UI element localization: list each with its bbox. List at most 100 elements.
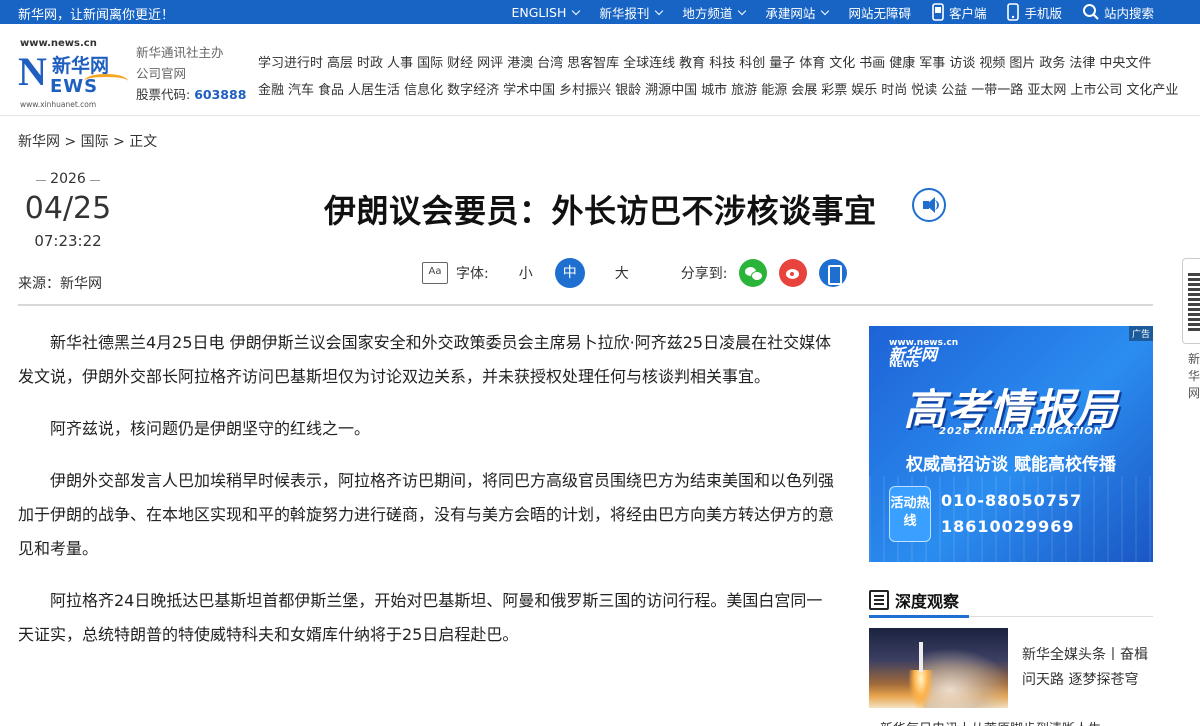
article-paragraph: 伊朗外交部发言人巴加埃稍早时候表示，阿拉格齐访巴期间，将同巴方高级官员围绕巴方为…: [18, 471, 835, 558]
nav-english[interactable]: ENGLISH: [511, 5, 581, 20]
wechat-share-icon[interactable]: [739, 259, 768, 287]
channel-link[interactable]: 港澳: [507, 56, 533, 71]
channel-link[interactable]: 财经: [447, 56, 473, 71]
channel-link[interactable]: 法律: [1069, 56, 1095, 71]
chevron-down-icon: [738, 6, 747, 15]
channel-link[interactable]: 访谈: [949, 56, 975, 71]
nav-mobile[interactable]: 手机版: [1006, 3, 1062, 22]
deep-divider-accent: [869, 615, 969, 618]
channel-link[interactable]: 学术中国: [503, 83, 555, 98]
channel-row-2: 金融 汽车 食品 人居生活 信息化 数字经济 学术中国 乡村振兴 银龄 溯源中国 城市 旅游 能源 会展彩…: [258, 77, 1178, 104]
nav-newspapers[interactable]: 新华报刊: [599, 3, 664, 22]
chevron-down-icon: [821, 6, 830, 15]
ad-hotline: 活动热线 010-88050757 18610029969: [889, 486, 1137, 542]
channel-link[interactable]: 台湾: [537, 56, 563, 71]
date-year: 2026: [36, 171, 100, 187]
channel-link[interactable]: 时政: [357, 56, 383, 71]
nav-search-label: 站内搜索: [1103, 5, 1154, 21]
rocket-launch-thumbnail[interactable]: [869, 628, 1008, 708]
nav-local-label: 地方频道: [682, 5, 733, 21]
font-size-icon: Aa: [422, 262, 448, 284]
channel-link[interactable]: 文化: [829, 56, 855, 71]
channel-link[interactable]: 城市: [701, 83, 727, 98]
channel-link[interactable]: 视频: [979, 56, 1005, 71]
channel-link[interactable]: 体育: [799, 56, 825, 71]
channel-link[interactable]: 溯源中国: [645, 83, 697, 98]
channel-link[interactable]: 文化产业: [1126, 83, 1178, 98]
nav-search[interactable]: 站内搜索: [1082, 3, 1154, 22]
channel-link[interactable]: 政务: [1039, 56, 1065, 71]
search-icon: [1082, 4, 1099, 20]
channel-link[interactable]: 人事: [387, 56, 413, 71]
channel-link[interactable]: 银龄: [615, 83, 641, 98]
channel-nav: 学习进行时 高层 时政 人事 国际 财经 网评 港澳 台湾 思客智库 全球连线 教育 科技 科创 量子 体育文…: [258, 50, 1178, 104]
channel-link[interactable]: 娱乐: [851, 83, 877, 98]
thumb-smoke: [923, 648, 1008, 708]
mobile-icon: [1007, 3, 1020, 21]
qr-code-float[interactable]: [1182, 258, 1200, 344]
channel-link[interactable]: 上市公司: [1070, 83, 1122, 98]
channel-link[interactable]: 高层: [327, 56, 353, 71]
channel-link[interactable]: 汽车: [288, 83, 314, 98]
speaker-icon[interactable]: [912, 188, 946, 222]
deep-heading-text: 深度观察: [895, 592, 960, 611]
top-nav: ENGLISH 新华报刊 地方频道 承建网站 网站无障碍 客户端 手机版 站内搜…: [511, 0, 1154, 24]
channel-link[interactable]: 悦读: [911, 83, 937, 98]
breadcrumb[interactable]: 新华网 > 国际 > 正文: [18, 131, 157, 151]
channel-link[interactable]: 网评: [477, 56, 503, 71]
channel-link[interactable]: 健康: [889, 56, 915, 71]
nav-local-channels[interactable]: 地方频道: [682, 3, 747, 22]
channel-link[interactable]: 军事: [919, 56, 945, 71]
date-time: 07:23:22: [34, 232, 102, 250]
font-medium-button[interactable]: 中: [554, 258, 585, 288]
font-large-button[interactable]: 大: [607, 263, 637, 283]
publish-date: 2026 04/25 07:23:22: [18, 168, 118, 250]
channel-link[interactable]: 科技: [709, 56, 735, 71]
channel-link[interactable]: 书画: [859, 56, 885, 71]
channel-link[interactable]: 乡村振兴: [559, 83, 611, 98]
channel-link[interactable]: 国际: [417, 56, 443, 71]
channel-link[interactable]: 会展: [791, 83, 817, 98]
nav-accessibility[interactable]: 网站无障碍: [848, 3, 911, 22]
site-logo[interactable]: www.news.cn N 新华网 EWS www.xinhuanet.com: [18, 38, 128, 112]
nav-client-label: 客户端: [948, 5, 987, 21]
weibo-share-icon[interactable]: [779, 259, 808, 287]
channel-link[interactable]: 信息化: [404, 83, 443, 98]
font-small-button[interactable]: 小: [511, 263, 541, 283]
ad-edu: 2026 XINHUA EDUCATION: [939, 426, 1104, 437]
channel-link[interactable]: 食品: [318, 83, 344, 98]
channel-link[interactable]: 能源: [761, 83, 787, 98]
channel-link[interactable]: 公益: [941, 83, 967, 98]
ad-logo-cn: 新华网: [889, 345, 938, 364]
thumb-flame: [909, 670, 933, 708]
nav-built-sites[interactable]: 承建网站: [765, 3, 830, 22]
channel-link[interactable]: 科创: [739, 56, 765, 71]
deep-news-link-2[interactable]: 新华每日电讯丨从荒原脚步到清晰人生: [880, 718, 1150, 726]
channel-link[interactable]: 中央文件: [1099, 56, 1151, 71]
font-label: 字体:: [456, 266, 489, 282]
channel-link[interactable]: 学习进行时: [258, 56, 323, 71]
channel-link[interactable]: 图片: [1009, 56, 1035, 71]
channel-link[interactable]: 亚太网: [1027, 83, 1066, 98]
channel-link[interactable]: 金融: [258, 83, 284, 98]
channel-link[interactable]: 一带一路: [971, 83, 1023, 98]
mobile-share-icon[interactable]: [819, 259, 848, 287]
channel-link[interactable]: 教育: [679, 56, 705, 71]
share-label: 分享到:: [680, 266, 728, 282]
gaokao-ad-banner[interactable]: 广告 www.news.cn 新华网 NEWS 高考情报局 2026 XINHU…: [869, 326, 1153, 562]
deep-news-link[interactable]: 新华全媒头条丨奋楫问天路 逐梦探苍穹: [1022, 643, 1156, 693]
channel-link[interactable]: 数字经济: [447, 83, 499, 98]
thumb-rocket: [919, 642, 923, 672]
channel-link[interactable]: 量子: [769, 56, 795, 71]
channel-link[interactable]: 全球连线: [623, 56, 675, 71]
channel-link[interactable]: 旅游: [731, 83, 757, 98]
channel-row-1: 学习进行时 高层 时政 人事 国际 财经 网评 港澳 台湾 思客智库 全球连线 教育 科技 科创 量子 体育文…: [258, 50, 1158, 77]
channel-link[interactable]: 彩票: [821, 83, 847, 98]
stock-info: 股票代码: 603888: [136, 84, 246, 105]
hotline-phone-2: 18610029969: [941, 517, 1075, 536]
stock-label: 股票代码:: [136, 87, 191, 102]
channel-link[interactable]: 时尚: [881, 83, 907, 98]
channel-link[interactable]: 人居生活: [348, 83, 400, 98]
nav-client[interactable]: 客户端: [931, 3, 987, 22]
channel-link[interactable]: 思客智库: [567, 56, 619, 71]
